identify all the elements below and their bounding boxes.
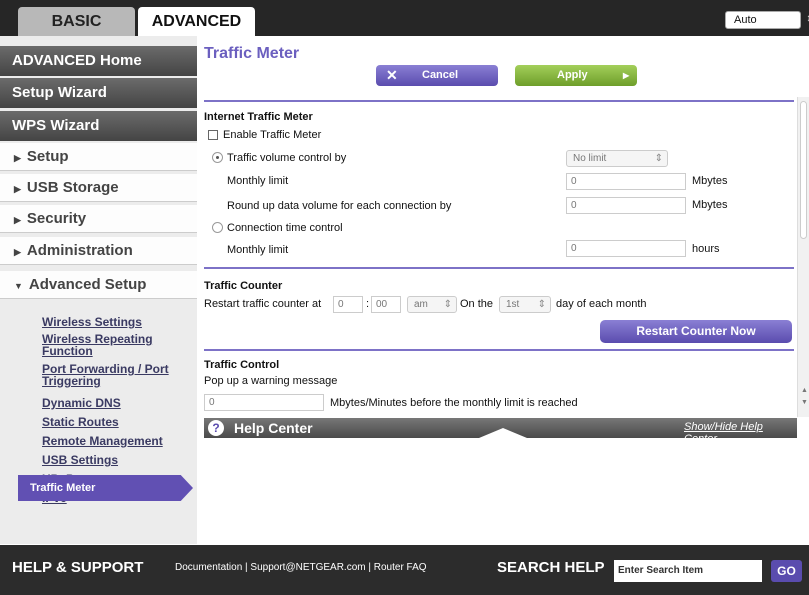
scrollbar-thumb[interactable] — [800, 101, 807, 239]
round-up-input[interactable]: 0 — [566, 197, 686, 214]
chevron-updown-icon: ⇕ — [537, 299, 546, 310]
support-links[interactable]: Documentation | Support@NETGEAR.com | Ro… — [175, 562, 427, 573]
sidebar-item-label: Security — [26, 210, 87, 227]
warning-threshold-input[interactable]: 0 — [204, 394, 324, 411]
ampm-value: am — [414, 299, 428, 310]
sidebar-sub-traffic-meter[interactable]: Traffic Meter — [18, 475, 193, 501]
help-center-bar: ? Help Center Show/Hide Help Center — [204, 418, 797, 445]
help-icon: ? — [208, 420, 224, 436]
restart-minute-input[interactable]: 00 — [371, 296, 401, 313]
monthly-limit-unit: Mbytes — [692, 175, 728, 187]
sidebar-item-usb-storage[interactable]: ▶ USB Storage — [0, 174, 197, 202]
ampm-select[interactable]: am ⇕ — [407, 296, 457, 313]
sidebar-sub-wireless-settings[interactable]: Wireless Settings — [42, 316, 142, 328]
triangle-right-icon: ▶ — [14, 184, 21, 194]
time-control-label: Connection time control — [227, 222, 343, 234]
monthly-limit-hours-input[interactable]: 0 — [566, 240, 686, 257]
help-support-title: HELP & SUPPORT — [12, 559, 144, 576]
sidebar-item-label: Advanced Setup — [28, 276, 147, 293]
divider — [204, 267, 794, 269]
triangle-right-icon: ▶ — [14, 247, 21, 257]
sidebar-item-setup-wizard[interactable]: Setup Wizard — [0, 78, 197, 108]
triangle-right-icon: ▶ — [14, 153, 21, 163]
help-center-label: Help Center — [234, 420, 313, 436]
chevron-updown-icon: ⇕ — [654, 153, 663, 164]
triangle-down-icon: ▼ — [14, 281, 23, 291]
sidebar-item-administration[interactable]: ▶ Administration — [0, 237, 197, 265]
apply-label: Apply — [557, 69, 588, 81]
settings-panel: Internet Traffic Meter Enable Traffic Me… — [204, 100, 794, 416]
sidebar-sub-port-forwarding-line2[interactable]: Triggering — [42, 375, 101, 387]
apply-button[interactable]: Apply ▶ — [515, 65, 637, 86]
cancel-button[interactable]: ✕ Cancel — [376, 65, 498, 86]
go-button[interactable]: GO — [771, 560, 802, 582]
restart-counter-button[interactable]: Restart Counter Now — [600, 320, 792, 343]
scroll-up-icon[interactable]: ▲ — [801, 387, 808, 394]
monthly-limit-input[interactable]: 0 — [566, 173, 686, 190]
cancel-label: Cancel — [422, 69, 459, 81]
section-heading-internet-traffic-meter: Internet Traffic Meter — [204, 111, 313, 123]
divider — [204, 349, 794, 351]
triangle-right-icon: ▶ — [14, 215, 21, 225]
enable-traffic-meter-label: Enable Traffic Meter — [223, 129, 322, 141]
show-hide-help-link[interactable]: Show/Hide Help Center — [684, 421, 797, 445]
sidebar-item-label: Administration — [26, 242, 133, 259]
volume-control-select[interactable]: No limit ⇕ — [566, 150, 668, 167]
restart-hour-input[interactable]: 0 — [333, 296, 363, 313]
round-up-unit: Mbytes — [692, 199, 728, 211]
round-up-label: Round up data volume for each connection… — [227, 200, 452, 212]
enable-traffic-meter-checkbox[interactable] — [208, 130, 218, 140]
arrow-right-icon: ▶ — [623, 71, 630, 80]
monthly-limit-hours-unit: hours — [692, 243, 720, 255]
sidebar-item-advanced-home[interactable]: ADVANCED Home — [0, 46, 197, 76]
page-title: Traffic Meter — [204, 45, 300, 62]
expand-arrow-icon[interactable] — [479, 428, 527, 438]
sidebar-sub-dynamic-dns[interactable]: Dynamic DNS — [42, 397, 121, 409]
close-icon: ✕ — [386, 67, 398, 83]
volume-control-label: Traffic volume control by — [227, 152, 347, 164]
section-heading-traffic-control: Traffic Control — [204, 359, 280, 371]
sidebar-sub-wireless-repeating-line2[interactable]: Function — [42, 345, 93, 357]
router-admin-page: BASIC ADVANCED Auto ⇕ ADVANCED Home Setu… — [0, 0, 809, 595]
sidebar-item-advanced-setup[interactable]: ▼ Advanced Setup — [0, 271, 197, 299]
warning-threshold-suffix: Mbytes/Minutes before the monthly limit … — [330, 397, 578, 409]
sidebar-item-setup[interactable]: ▶ Setup — [0, 143, 197, 171]
sidebar: ADVANCED Home Setup Wizard WPS Wizard ▶ S… — [0, 36, 197, 544]
restart-at-label: Restart traffic counter at — [204, 298, 322, 310]
day-select[interactable]: 1st ⇕ — [499, 296, 551, 313]
popup-warning-label: Pop up a warning message — [204, 375, 338, 387]
section-heading-traffic-counter: Traffic Counter — [204, 280, 283, 292]
top-bar: BASIC ADVANCED Auto ⇕ — [0, 0, 809, 36]
scroll-down-icon[interactable]: ▼ — [801, 399, 808, 406]
content-scrollbar[interactable]: ▲ ▼ — [797, 97, 809, 417]
volume-control-select-value: No limit — [573, 153, 607, 164]
time-control-radio[interactable] — [212, 222, 223, 233]
time-separator: : — [366, 298, 370, 310]
sidebar-sub-remote-management[interactable]: Remote Management — [42, 435, 163, 447]
sidebar-item-label: Setup — [26, 148, 69, 165]
language-value: Auto — [734, 14, 757, 26]
search-help-label: SEARCH HELP — [497, 559, 605, 576]
on-the-label: On the — [460, 298, 494, 310]
sidebar-item-wps-wizard[interactable]: WPS Wizard — [0, 111, 197, 141]
language-select[interactable]: Auto ⇕ — [725, 11, 809, 29]
tab-basic[interactable]: BASIC — [18, 7, 135, 36]
chevron-updown-icon: ⇕ — [443, 299, 452, 310]
search-input[interactable]: Enter Search Item — [614, 560, 762, 582]
volume-control-radio[interactable] — [212, 152, 223, 163]
monthly-limit-label: Monthly limit — [227, 175, 289, 187]
sidebar-item-label: USB Storage — [26, 179, 119, 196]
sidebar-sub-usb-settings[interactable]: USB Settings — [42, 454, 118, 466]
monthly-limit-hours-label: Monthly limit — [227, 244, 289, 256]
tab-advanced[interactable]: ADVANCED — [138, 7, 255, 36]
sidebar-sub-static-routes[interactable]: Static Routes — [42, 416, 119, 428]
day-suffix-label: day of each month — [556, 298, 647, 310]
day-value: 1st — [506, 299, 520, 310]
chevron-updown-icon: ⇕ — [806, 12, 809, 28]
footer: HELP & SUPPORT Documentation | Support@N… — [0, 545, 809, 595]
sidebar-item-security[interactable]: ▶ Security — [0, 205, 197, 233]
divider — [204, 100, 794, 102]
